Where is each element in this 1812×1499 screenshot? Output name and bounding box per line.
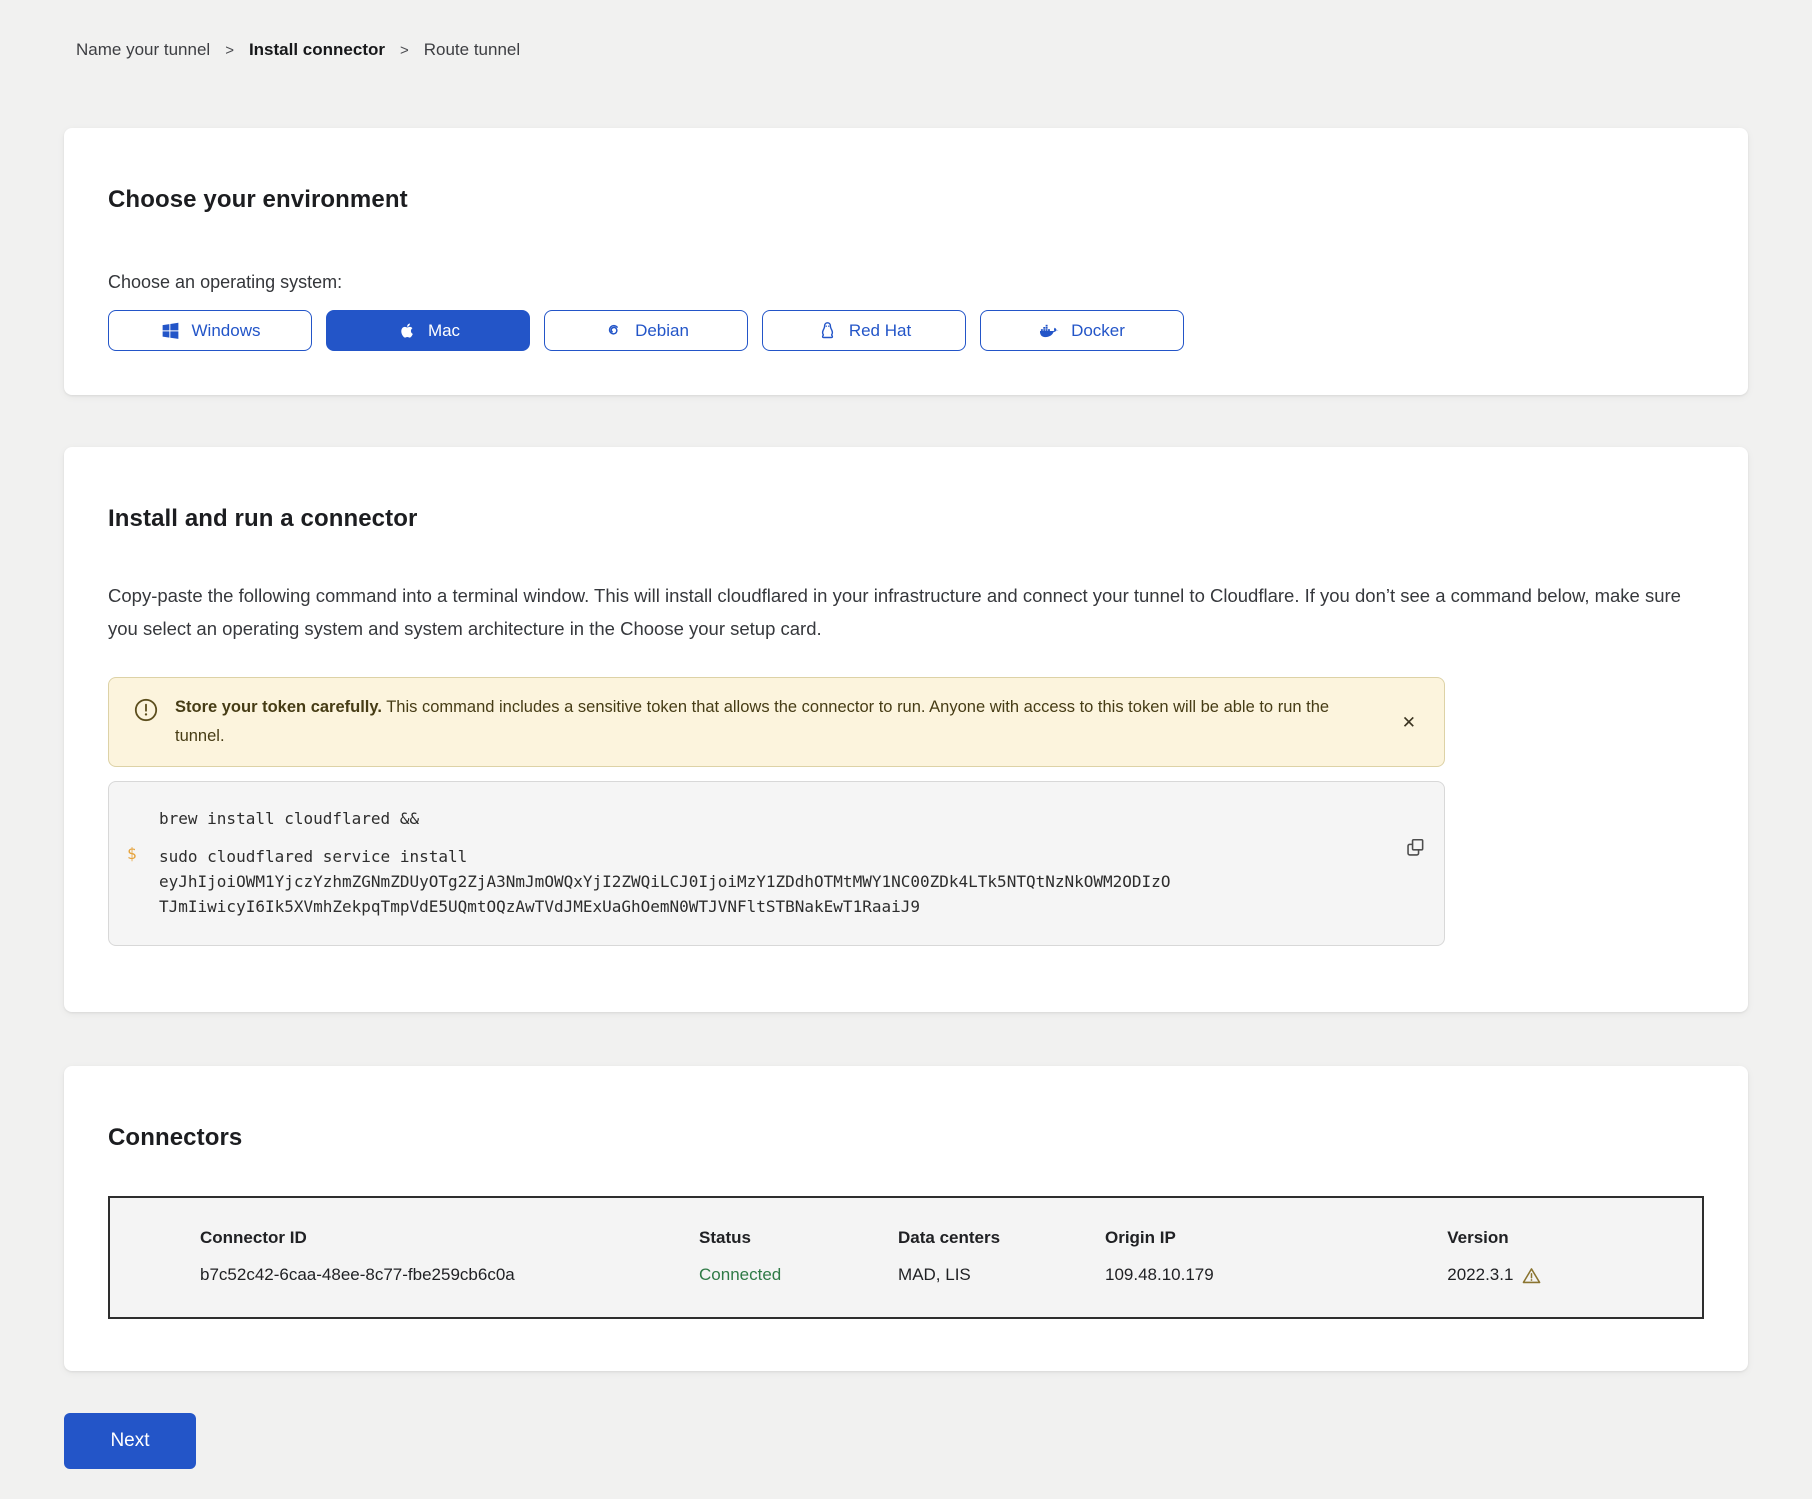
- os-button-debian[interactable]: Debian: [544, 310, 748, 351]
- token-line-1: eyJhIjoiOWM1YjczYzhmZGNmZDUyOTg2ZjA3NmJm…: [159, 869, 1374, 894]
- code-line-group: $ sudo cloudflared service install eyJhI…: [127, 844, 1374, 919]
- dollar-prompt: $: [127, 844, 159, 919]
- next-button[interactable]: Next: [64, 1413, 196, 1469]
- os-button-label: Debian: [635, 321, 689, 341]
- table-header-row: Connector ID Status Data centers Origin …: [110, 1228, 1702, 1248]
- os-button-label: Red Hat: [849, 321, 911, 341]
- install-description: Copy-paste the following command into a …: [108, 579, 1704, 645]
- apple-icon: [396, 320, 417, 341]
- os-select-label: Choose an operating system:: [108, 272, 1704, 293]
- os-button-redhat[interactable]: Red Hat: [762, 310, 966, 351]
- cell-origin-ip: 109.48.10.179: [1105, 1265, 1447, 1285]
- cell-connector-id: b7c52c42-6caa-48ee-8c77-fbe259cb6c0a: [110, 1265, 699, 1285]
- connectors-card-title: Connectors: [108, 1124, 1704, 1152]
- os-button-group: Windows Mac Debian Red Hat: [108, 310, 1704, 351]
- os-button-label: Windows: [192, 321, 261, 341]
- breadcrumb: Name your tunnel > Install connector > R…: [76, 40, 1748, 60]
- install-connector-card: Install and run a connector Copy-paste t…: [64, 447, 1748, 1012]
- linux-penguin-icon: [817, 320, 838, 341]
- version-text: 2022.3.1: [1447, 1265, 1513, 1285]
- debian-swirl-icon: [603, 320, 624, 341]
- os-button-label: Docker: [1071, 321, 1125, 341]
- cell-version: 2022.3.1: [1447, 1265, 1702, 1285]
- windows-icon: [160, 320, 181, 341]
- os-button-windows[interactable]: Windows: [108, 310, 312, 351]
- os-button-label: Mac: [428, 321, 460, 341]
- breadcrumb-step-name-your-tunnel[interactable]: Name your tunnel: [76, 40, 210, 60]
- command-code-block: brew install cloudflared && $ sudo cloud…: [108, 781, 1445, 946]
- page: Name your tunnel > Install connector > R…: [0, 0, 1812, 1499]
- token-line-2: TJmIiwicyI6Ik5XVmhZekpqTmpVdE5UQmtOQzAwT…: [159, 894, 1374, 919]
- cell-status: Connected: [699, 1265, 898, 1285]
- install-card-title: Install and run a connector: [108, 505, 1704, 533]
- docker-whale-icon: [1039, 320, 1060, 341]
- alert-circle-icon: [133, 697, 159, 723]
- os-button-docker[interactable]: Docker: [980, 310, 1184, 351]
- breadcrumb-step-install-connector[interactable]: Install connector: [249, 40, 385, 60]
- command-line-1: brew install cloudflared &&: [159, 806, 1374, 831]
- alert-title: Store your token carefully.: [175, 698, 382, 716]
- alert-text: Store your token carefully. This command…: [175, 693, 1365, 751]
- table-row: b7c52c42-6caa-48ee-8c77-fbe259cb6c0a Con…: [110, 1265, 1702, 1285]
- code-line-group: brew install cloudflared &&: [127, 806, 1374, 831]
- prompt-column: [127, 806, 159, 831]
- choose-environment-card: Choose your environment Choose an operat…: [64, 128, 1748, 395]
- col-header-data-centers: Data centers: [898, 1228, 1105, 1248]
- warning-triangle-icon[interactable]: [1522, 1266, 1541, 1285]
- copy-icon[interactable]: [1403, 837, 1427, 861]
- close-icon[interactable]: ✕: [1394, 708, 1424, 737]
- command-line-2: sudo cloudflared service install eyJhIjo…: [159, 844, 1374, 919]
- os-button-mac[interactable]: Mac: [326, 310, 530, 351]
- breadcrumb-step-route-tunnel[interactable]: Route tunnel: [424, 40, 520, 60]
- cell-data-centers: MAD, LIS: [898, 1265, 1105, 1285]
- breadcrumb-separator: >: [225, 42, 234, 59]
- col-header-connector-id: Connector ID: [110, 1228, 699, 1248]
- environment-card-title: Choose your environment: [108, 186, 1704, 214]
- col-header-origin-ip: Origin IP: [1105, 1228, 1447, 1248]
- col-header-status: Status: [699, 1228, 898, 1248]
- command-text: sudo cloudflared service install: [159, 844, 1374, 869]
- connectors-card: Connectors Connector ID Status Data cent…: [64, 1066, 1748, 1371]
- token-warning-alert: Store your token carefully. This command…: [108, 677, 1445, 767]
- col-header-version: Version: [1447, 1228, 1702, 1248]
- breadcrumb-separator: >: [400, 42, 409, 59]
- connectors-table: Connector ID Status Data centers Origin …: [108, 1196, 1704, 1319]
